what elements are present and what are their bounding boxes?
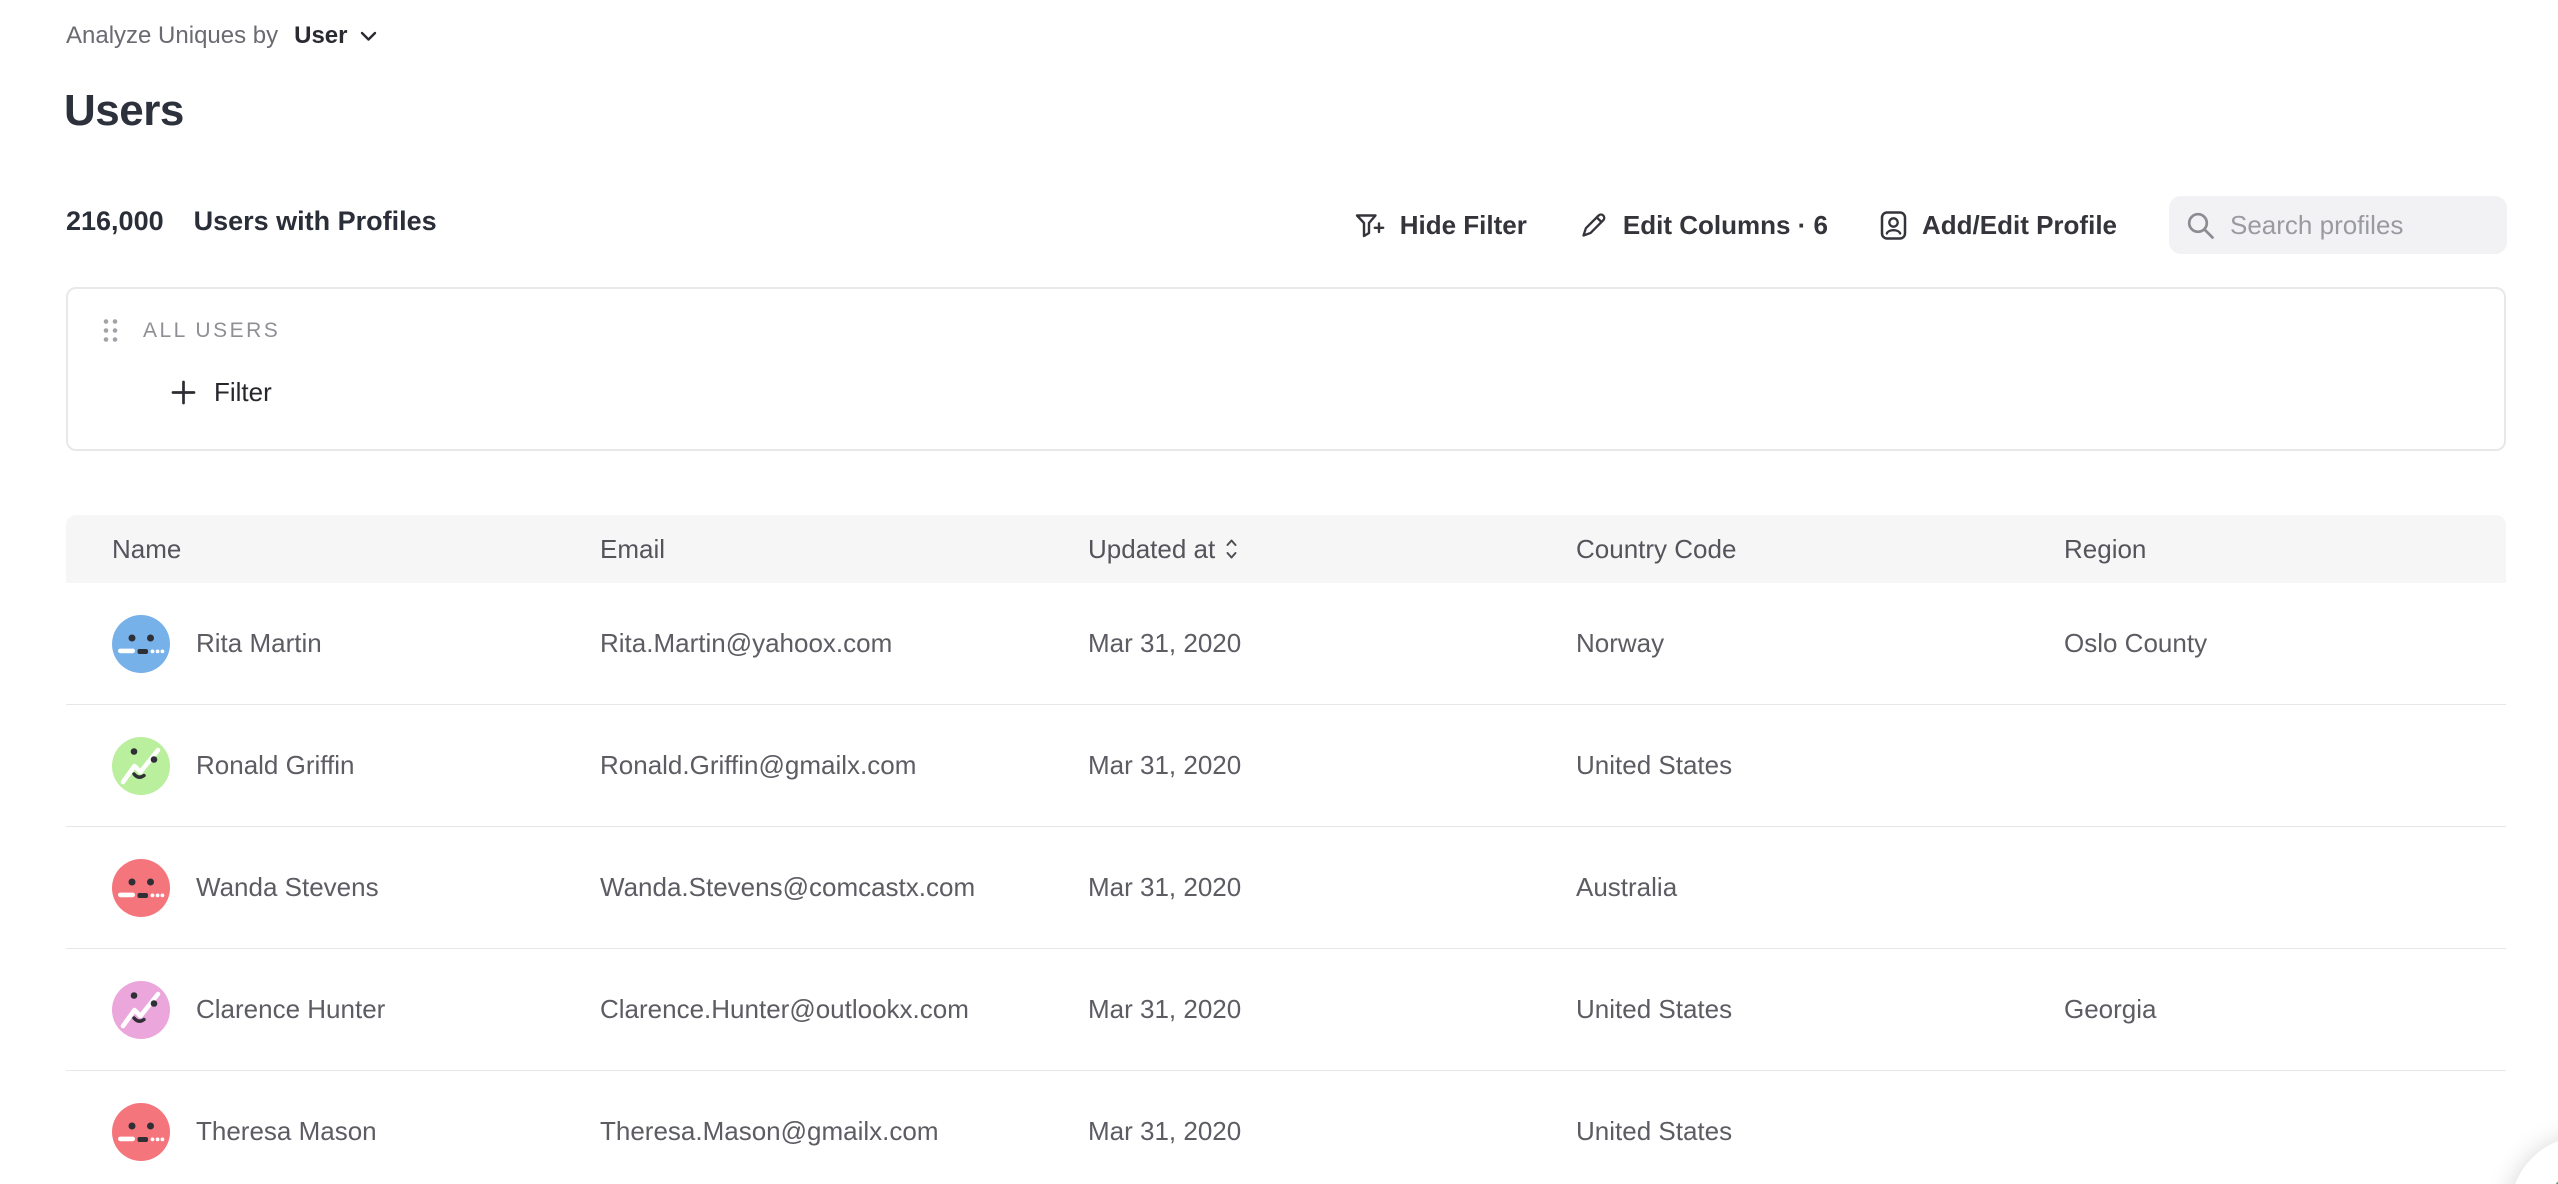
help-fab-green bbox=[2545, 1171, 2558, 1184]
column-header-email-label: Email bbox=[600, 534, 665, 565]
column-header-country-code-label: Country Code bbox=[1576, 534, 1736, 565]
user-country-code: Norway bbox=[1530, 628, 2018, 659]
user-name: Theresa Mason bbox=[196, 1116, 377, 1147]
add-edit-profile-button[interactable]: Add/Edit Profile bbox=[1880, 210, 2117, 241]
user-avatar bbox=[112, 615, 170, 673]
table-row[interactable]: Theresa Mason Theresa.Mason@gmailx.com M… bbox=[66, 1071, 2506, 1184]
drag-handle-icon[interactable] bbox=[102, 317, 119, 344]
name-cell: Clarence Hunter bbox=[66, 981, 554, 1039]
table-body: Rita Martin Rita.Martin@yahoox.com Mar 3… bbox=[66, 583, 2506, 1184]
user-name: Rita Martin bbox=[196, 628, 322, 659]
user-country-code: United States bbox=[1530, 994, 2018, 1025]
hide-filter-label: Hide Filter bbox=[1400, 210, 1527, 241]
table-row[interactable]: Ronald Griffin Ronald.Griffin@gmailx.com… bbox=[66, 705, 2506, 827]
search-icon bbox=[2185, 210, 2216, 241]
user-country-code: United States bbox=[1530, 750, 2018, 781]
column-header-email[interactable]: Email bbox=[554, 534, 1042, 565]
user-name: Clarence Hunter bbox=[196, 994, 385, 1025]
user-region: Oslo County bbox=[2018, 628, 2506, 659]
user-country-code: United States bbox=[1530, 1116, 2018, 1147]
analyze-uniques-dropdown[interactable]: User bbox=[294, 22, 376, 50]
chevron-down-icon bbox=[360, 31, 377, 42]
user-avatar bbox=[112, 859, 170, 917]
sort-chevrons-icon bbox=[1225, 536, 1238, 562]
help-fab[interactable] bbox=[2510, 1136, 2558, 1184]
name-cell: Ronald Griffin bbox=[66, 737, 554, 795]
add-edit-profile-label: Add/Edit Profile bbox=[1922, 210, 2117, 241]
table-row[interactable]: Wanda Stevens Wanda.Stevens@comcastx.com… bbox=[66, 827, 2506, 949]
table-row[interactable]: Clarence Hunter Clarence.Hunter@outlookx… bbox=[66, 949, 2506, 1071]
table-row[interactable]: Rita Martin Rita.Martin@yahoox.com Mar 3… bbox=[66, 583, 2506, 705]
edit-columns-label: Edit Columns · 6 bbox=[1623, 210, 1828, 241]
user-updated-at: Mar 31, 2020 bbox=[1042, 1116, 1530, 1147]
edit-columns-button[interactable]: Edit Columns · 6 bbox=[1579, 210, 1828, 241]
name-cell: Rita Martin bbox=[66, 615, 554, 673]
page-title: Users bbox=[64, 86, 184, 136]
users-table: Name Email Updated at Country Code Regio… bbox=[66, 515, 2506, 1184]
user-avatar bbox=[112, 1103, 170, 1161]
add-filter-button[interactable]: Filter bbox=[170, 377, 272, 408]
user-updated-at: Mar 31, 2020 bbox=[1042, 994, 1530, 1025]
column-header-region-label: Region bbox=[2064, 534, 2146, 565]
profile-card-icon bbox=[1880, 210, 1907, 241]
filter-card: ALL USERS Filter bbox=[66, 287, 2506, 451]
profiles-count-row: 216,000 Users with Profiles bbox=[66, 206, 437, 237]
user-email: Clarence.Hunter@outlookx.com bbox=[554, 994, 1042, 1025]
all-users-label: ALL USERS bbox=[143, 319, 280, 343]
profiles-count: 216,000 bbox=[66, 206, 164, 237]
user-email: Theresa.Mason@gmailx.com bbox=[554, 1116, 1042, 1147]
funnel-plus-icon bbox=[1354, 211, 1385, 240]
user-avatar bbox=[112, 737, 170, 795]
column-header-region[interactable]: Region bbox=[2018, 534, 2506, 565]
column-header-country-code[interactable]: Country Code bbox=[1530, 534, 2018, 565]
column-header-updated-at-label: Updated at bbox=[1088, 534, 1215, 565]
name-cell: Theresa Mason bbox=[66, 1103, 554, 1161]
profiles-count-label: Users with Profiles bbox=[194, 206, 437, 237]
table-header: Name Email Updated at Country Code Regio… bbox=[66, 515, 2506, 583]
hide-filter-button[interactable]: Hide Filter bbox=[1354, 210, 1527, 241]
user-updated-at: Mar 31, 2020 bbox=[1042, 872, 1530, 903]
user-name: Wanda Stevens bbox=[196, 872, 379, 903]
pencil-icon bbox=[1579, 211, 1608, 240]
column-header-updated-at[interactable]: Updated at bbox=[1042, 534, 1530, 565]
analyze-uniques-value: User bbox=[294, 22, 347, 50]
add-filter-label: Filter bbox=[214, 377, 272, 408]
users-page: Analyze Uniques by User Users 216,000 Us… bbox=[0, 0, 2558, 1184]
analyze-uniques-label: Analyze Uniques by bbox=[66, 22, 278, 50]
user-avatar bbox=[112, 981, 170, 1039]
search-profiles-box bbox=[2169, 196, 2507, 254]
plus-icon bbox=[170, 379, 197, 406]
user-email: Ronald.Griffin@gmailx.com bbox=[554, 750, 1042, 781]
user-updated-at: Mar 31, 2020 bbox=[1042, 750, 1530, 781]
user-name: Ronald Griffin bbox=[196, 750, 355, 781]
column-header-name[interactable]: Name bbox=[66, 534, 554, 565]
name-cell: Wanda Stevens bbox=[66, 859, 554, 917]
user-country-code: Australia bbox=[1530, 872, 2018, 903]
user-email: Wanda.Stevens@comcastx.com bbox=[554, 872, 1042, 903]
all-users-group: ALL USERS bbox=[102, 317, 280, 344]
user-updated-at: Mar 31, 2020 bbox=[1042, 628, 1530, 659]
user-region: Georgia bbox=[2018, 994, 2506, 1025]
toolbar: Hide Filter Edit Columns · 6 Add/Edit Pr… bbox=[1290, 196, 2507, 254]
search-profiles-input[interactable] bbox=[2230, 210, 2558, 241]
column-header-name-label: Name bbox=[112, 534, 181, 565]
analyze-uniques-row: Analyze Uniques by User bbox=[66, 22, 377, 50]
user-email: Rita.Martin@yahoox.com bbox=[554, 628, 1042, 659]
